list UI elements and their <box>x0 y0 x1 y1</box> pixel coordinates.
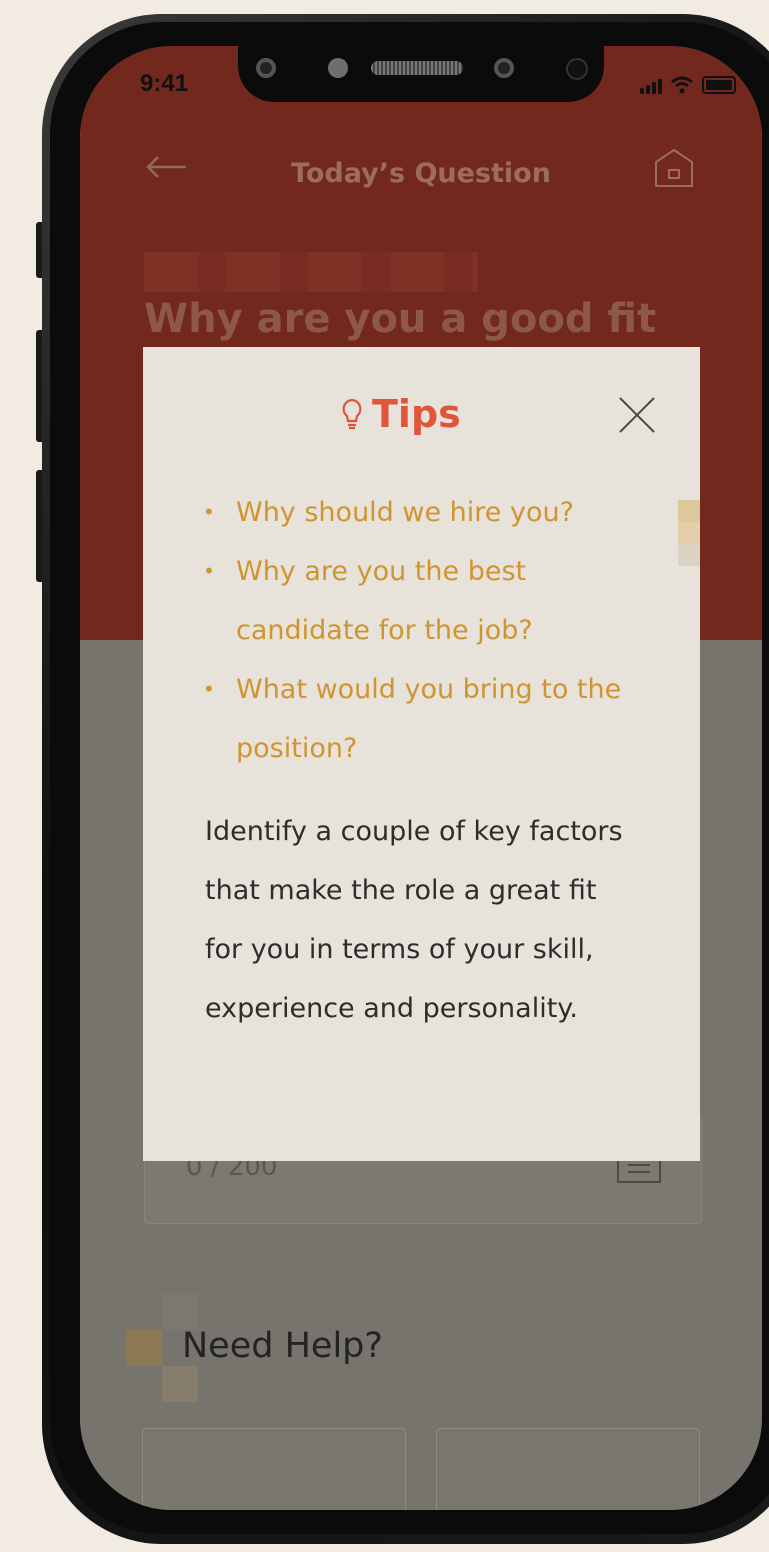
camera-icon <box>328 58 348 78</box>
tips-list: Why should we hire you? Why are you the … <box>203 483 643 778</box>
phone-call-icon <box>253 1505 313 1510</box>
tip-item: Why should we hire you? <box>203 483 643 542</box>
sensor-icon <box>256 58 276 78</box>
status-time: 9:41 <box>140 70 189 97</box>
tip-item: What would you bring to the position? <box>203 660 643 778</box>
tips-body: Identify a couple of key factors that ma… <box>205 816 623 1024</box>
question-decoration <box>144 252 478 292</box>
close-icon[interactable] <box>616 394 658 436</box>
home-icon[interactable] <box>652 146 696 190</box>
wifi-icon <box>671 76 693 94</box>
tips-header: Tips <box>340 392 461 436</box>
signal-icon <box>640 79 662 94</box>
help-title: Need Help? <box>182 1326 383 1366</box>
help-card-coach[interactable] <box>142 1428 406 1510</box>
battery-icon <box>702 76 736 94</box>
tips-title: Tips <box>372 392 461 436</box>
speaker-grill <box>371 61 463 75</box>
notch <box>238 46 604 102</box>
help-card-examples[interactable] <box>436 1428 700 1510</box>
question-title: Why are you a good fit <box>144 296 657 342</box>
sensor-icon <box>494 58 514 78</box>
front-camera-icon <box>566 58 588 80</box>
status-icons <box>640 76 736 94</box>
tip-item: Why are you the best candidate for the j… <box>203 542 643 660</box>
lightbulb-icon <box>342 398 362 430</box>
question-decoration-edge <box>678 500 700 566</box>
